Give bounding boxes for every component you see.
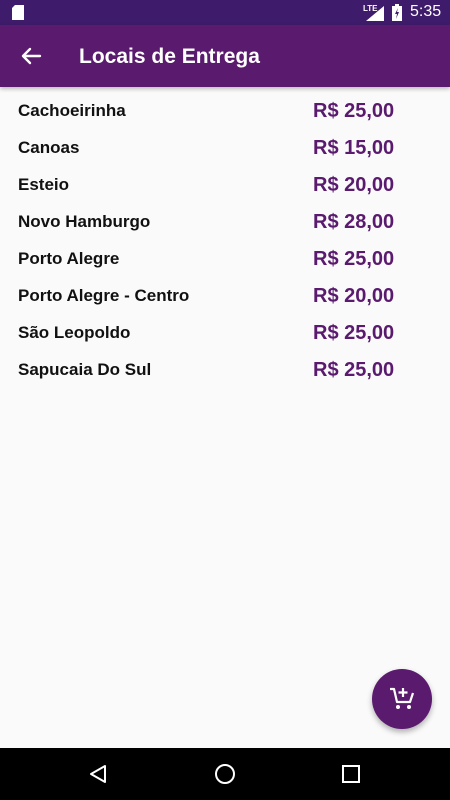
add-to-cart-button[interactable] [372, 669, 432, 729]
back-button[interactable] [14, 39, 48, 73]
list-item[interactable]: Novo Hamburgo R$ 28,00 [0, 203, 450, 240]
location-name: Canoas [18, 138, 80, 157]
location-price: R$ 20,00 [313, 174, 395, 196]
add-to-cart-icon [390, 687, 415, 709]
location-name: Porto Alegre - Centro [18, 286, 190, 305]
list-item[interactable]: Canoas R$ 15,00 [0, 129, 450, 166]
list-item[interactable]: Esteio R$ 20,00 [0, 166, 450, 203]
list-item[interactable]: Cachoeirinha R$ 25,00 [0, 92, 450, 129]
home-circle-icon [215, 764, 235, 784]
battery-icon [392, 4, 402, 21]
page-title: Locais de Entrega [79, 45, 260, 68]
location-name: São Leopoldo [18, 323, 131, 342]
location-price: R$ 25,00 [313, 100, 395, 122]
list-item[interactable]: Porto Alegre R$ 25,00 [0, 240, 450, 277]
app-bar: Locais de Entrega [0, 25, 450, 87]
location-price: R$ 25,00 [313, 359, 395, 381]
status-clock: 5:35 [410, 3, 442, 20]
location-name: Cachoeirinha [18, 101, 126, 120]
location-price: R$ 20,00 [313, 285, 395, 307]
location-name: Porto Alegre [18, 249, 120, 268]
navigation-bar [0, 748, 450, 800]
list-item[interactable]: São Leopoldo R$ 25,00 [0, 314, 450, 351]
signal-icon [366, 6, 384, 21]
back-triangle-icon [90, 765, 106, 783]
recents-square-icon [342, 765, 360, 783]
nav-recents-button[interactable] [337, 760, 365, 788]
location-price: R$ 25,00 [313, 322, 395, 344]
delivery-locations-list: Cachoeirinha R$ 25,00 Canoas R$ 15,00 Es… [0, 92, 450, 388]
location-name: Esteio [18, 175, 70, 194]
nav-home-button[interactable] [211, 760, 239, 788]
list-item[interactable]: Porto Alegre - Centro R$ 20,00 [0, 277, 450, 314]
status-bar: LTE 5:35 [0, 0, 450, 25]
arrow-back-icon [21, 47, 42, 65]
location-name: Novo Hamburgo [18, 212, 151, 231]
location-price: R$ 28,00 [313, 211, 395, 233]
list-item[interactable]: Sapucaia Do Sul R$ 25,00 [0, 351, 450, 388]
location-name: Sapucaia Do Sul [18, 360, 152, 379]
location-price: R$ 25,00 [313, 248, 395, 270]
screen: LTE 5:35 Locais de Entrega Cachoeirinha … [0, 0, 450, 800]
location-price: R$ 15,00 [313, 137, 395, 159]
nav-back-button[interactable] [84, 760, 112, 788]
sd-card-icon [12, 5, 24, 20]
